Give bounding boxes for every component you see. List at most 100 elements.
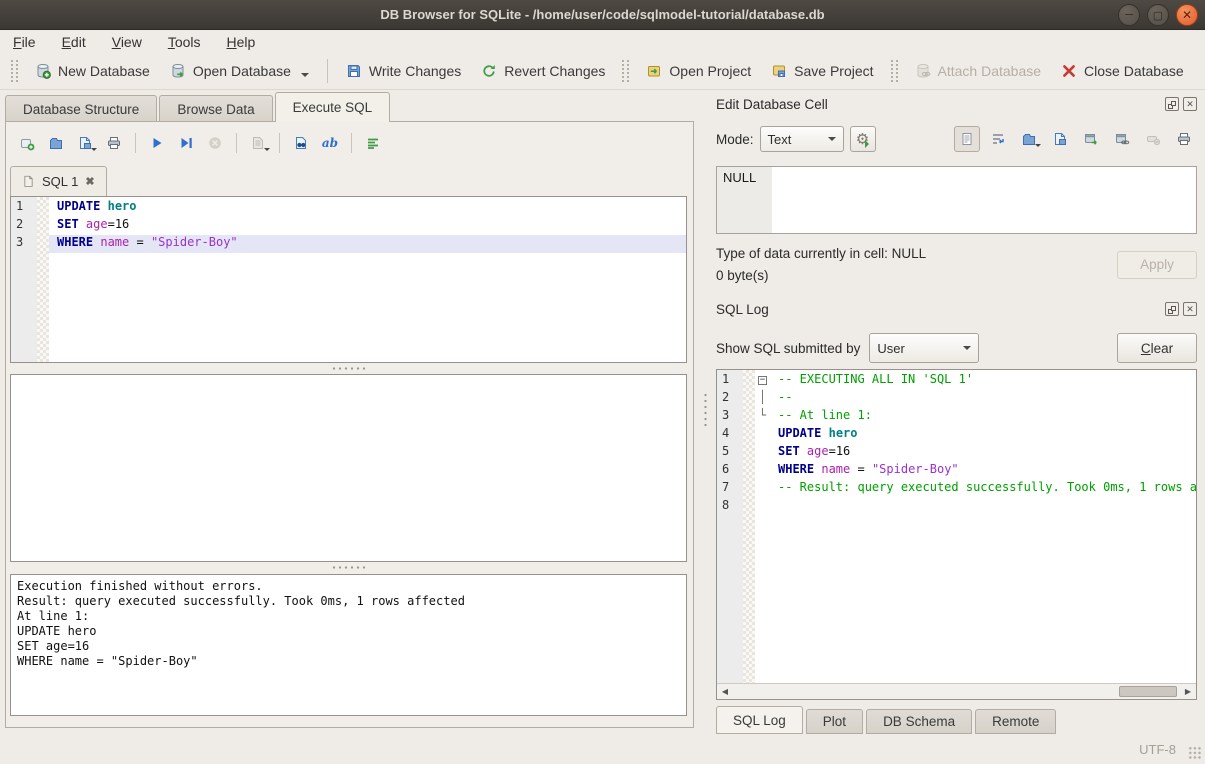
splitter-handle[interactable] — [10, 363, 687, 373]
execute-all-button[interactable] — [144, 130, 170, 156]
tab-db-schema[interactable]: DB Schema — [866, 709, 972, 734]
cell-editor[interactable]: NULL — [716, 166, 1197, 234]
right-panel: Edit Database Cell ✕ Mode: Text ⚙ — [712, 92, 1205, 734]
find-replace-icon: ab — [322, 136, 338, 150]
scroll-left-icon[interactable]: ◀ — [717, 684, 733, 699]
float-panel-icon[interactable] — [1165, 302, 1179, 316]
revert-changes-button[interactable]: Revert Changes — [471, 58, 615, 84]
menu-help[interactable]: Help — [227, 34, 256, 50]
auto-detect-mode-button[interactable]: ⚙ — [850, 126, 876, 152]
tab-database-structure[interactable]: Database Structure — [5, 95, 157, 122]
edit-cell-toolbar: Mode: Text ⚙ — [716, 124, 1197, 154]
find-button[interactable] — [288, 130, 314, 156]
print-button[interactable] — [101, 130, 127, 156]
resize-grip-icon[interactable] — [1188, 746, 1202, 760]
tab-remote[interactable]: Remote — [975, 709, 1056, 734]
line-number: 4 — [717, 426, 743, 444]
sql-document-tab[interactable]: SQL 1 ✖ — [10, 166, 107, 196]
fold-margin — [743, 444, 755, 462]
tab-plot[interactable]: Plot — [806, 709, 863, 734]
word-wrap-button[interactable] — [985, 126, 1011, 152]
results-view[interactable] — [10, 374, 687, 562]
close-database-button[interactable]: Close Database — [1051, 58, 1194, 84]
menu-view[interactable]: View — [112, 34, 142, 50]
mode-select[interactable]: Text — [760, 126, 844, 152]
export-file-icon — [1052, 131, 1068, 147]
copy-link-button[interactable] — [1109, 126, 1135, 152]
tab-execute-sql[interactable]: Execute SQL — [275, 92, 391, 122]
scrollbar-track[interactable] — [733, 684, 1180, 699]
code-line: 7-- Result: query executed successfully.… — [717, 480, 1196, 498]
scrollbar-thumb[interactable] — [1119, 686, 1177, 697]
new-database-label: New Database — [58, 63, 150, 79]
close-icon[interactable]: ✕ — [1176, 4, 1198, 26]
new-database-button[interactable]: New Database — [25, 58, 160, 84]
save-project-button[interactable]: Save Project — [761, 58, 883, 84]
close-panel-icon[interactable]: ✕ — [1183, 302, 1197, 316]
toolbar-separator — [351, 133, 352, 153]
fold-margin — [37, 235, 49, 253]
toolbar-grip[interactable] — [622, 60, 629, 82]
save-sql-file-button[interactable] — [72, 130, 98, 156]
find-icon — [293, 135, 309, 151]
menu-tools[interactable]: Tools — [168, 34, 201, 50]
code-text: UPDATE hero — [770, 426, 1196, 444]
splitter-dots — [704, 392, 707, 428]
main-tab-bar: Database Structure Browse Data Execute S… — [0, 92, 699, 122]
new-database-icon — [35, 63, 51, 79]
code-text: UPDATE hero — [49, 199, 686, 217]
save-project-icon — [771, 63, 787, 79]
code-line: 3└-- At line 1: — [717, 408, 1196, 426]
sql-toolbar: ab — [14, 128, 687, 158]
splitter-handle[interactable] — [10, 562, 687, 572]
line-number: 6 — [717, 462, 743, 480]
chevron-down-icon[interactable] — [301, 73, 309, 81]
close-tab-icon[interactable]: ✖ — [85, 175, 94, 188]
scroll-right-icon[interactable]: ▶ — [1180, 684, 1196, 699]
splitter-dots — [331, 367, 367, 370]
maximize-icon[interactable]: ▢ — [1147, 4, 1169, 26]
find-replace-button[interactable]: ab — [317, 130, 343, 156]
print-cell-button[interactable] — [1171, 126, 1197, 152]
cell-type-info: Type of data currently in cell: NULL — [716, 246, 926, 261]
sql-log-view[interactable]: 1−-- EXECUTING ALL IN 'SQL 1'2│--3└-- At… — [716, 369, 1197, 700]
submitter-select[interactable]: User — [869, 333, 979, 363]
new-tab-icon — [19, 135, 35, 151]
open-sql-file-button[interactable] — [43, 130, 69, 156]
write-changes-button[interactable]: Write Changes — [336, 58, 471, 84]
stop-button — [202, 130, 228, 156]
execution-status-view[interactable]: Execution finished without errors. Resul… — [10, 574, 687, 716]
clear-log-button[interactable]: Clear — [1117, 333, 1197, 363]
export-file-button[interactable] — [1047, 126, 1073, 152]
revert-changes-label: Revert Changes — [504, 63, 605, 79]
code-text: -- EXECUTING ALL IN 'SQL 1' — [770, 372, 1196, 390]
line-number: 7 — [717, 480, 743, 498]
toolbar-grip[interactable] — [11, 60, 18, 82]
apply-button: Apply — [1117, 251, 1197, 279]
tab-sql-log[interactable]: SQL Log — [716, 706, 803, 734]
fold-margin — [743, 462, 755, 480]
open-external-button[interactable] — [1078, 126, 1104, 152]
open-project-button[interactable]: Open Project — [636, 58, 761, 84]
horizontal-scrollbar[interactable]: ◀ ▶ — [717, 683, 1196, 699]
open-database-button[interactable]: Open Database — [160, 56, 319, 86]
new-tab-button[interactable] — [14, 130, 40, 156]
code-line: 5SET age=16 — [717, 444, 1196, 462]
save-project-label: Save Project — [794, 63, 873, 79]
toolbar-grip[interactable] — [891, 60, 898, 82]
menu-edit[interactable]: Edit — [62, 34, 86, 50]
menu-file[interactable]: File — [13, 34, 36, 50]
tab-browse-data[interactable]: Browse Data — [159, 95, 272, 122]
text-mode-button[interactable] — [954, 126, 980, 152]
minimize-icon[interactable]: ─ — [1118, 4, 1140, 26]
cell-edit-area[interactable] — [772, 167, 1196, 233]
sql-editor[interactable]: 1UPDATE hero2SET age=163WHERE name = "Sp… — [10, 196, 687, 363]
sql-document-tab-bar: SQL 1 ✖ — [10, 166, 107, 196]
vertical-splitter[interactable] — [699, 92, 712, 728]
format-sql-button[interactable] — [360, 130, 386, 156]
close-panel-icon[interactable]: ✕ — [1183, 97, 1197, 111]
execute-current-line-button[interactable] — [173, 130, 199, 156]
import-file-button[interactable] — [1016, 126, 1042, 152]
float-panel-icon[interactable] — [1165, 97, 1179, 111]
fold-marker-icon[interactable]: − — [755, 372, 770, 390]
